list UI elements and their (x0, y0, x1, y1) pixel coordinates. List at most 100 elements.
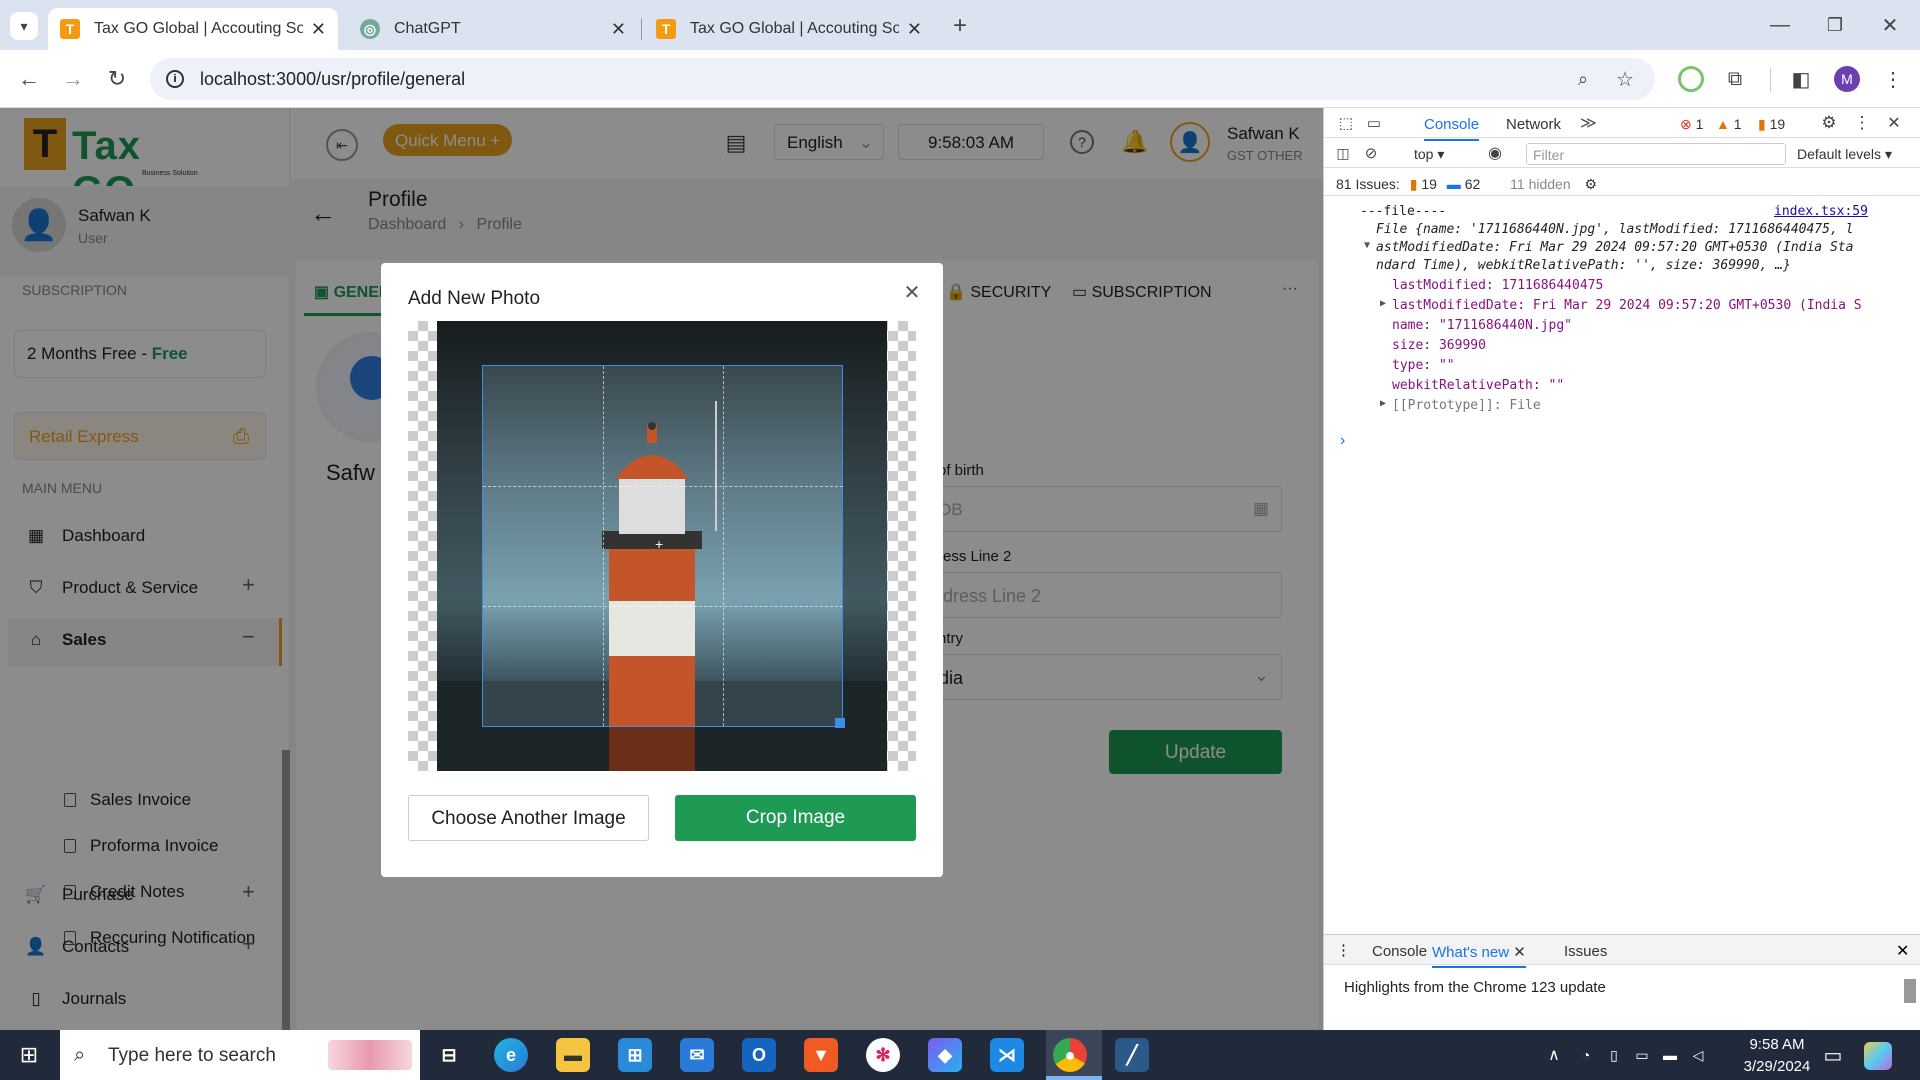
restore-window-icon[interactable]: ❐ (1815, 10, 1855, 40)
tray-display-icon[interactable]: ▭ (1632, 1044, 1652, 1066)
tray-network-icon[interactable]: ◔ (1576, 1044, 1596, 1066)
tray-volume-icon[interactable]: ◁ (1688, 1044, 1708, 1066)
crop-image-button[interactable]: Crop Image (675, 795, 916, 841)
crop-area[interactable]: + (408, 321, 916, 771)
drawer-menu-icon[interactable]: ⋮ (1336, 941, 1351, 959)
search-highlight-art-icon (328, 1040, 412, 1070)
drawer-scrollbar[interactable] (1904, 979, 1916, 1003)
microsoft-store-icon[interactable]: ⊞ (618, 1038, 652, 1072)
profile-avatar[interactable]: M (1834, 66, 1860, 92)
tray-battery-icon[interactable]: ▬ (1660, 1044, 1680, 1066)
issues-settings-icon[interactable]: ⚙ (1585, 176, 1598, 192)
forward-icon[interactable]: → (58, 64, 88, 94)
close-tab-icon[interactable]: ✕ (1513, 944, 1526, 961)
close-tab-icon[interactable]: ✕ (311, 19, 326, 40)
bookmark-star-icon[interactable]: ☆ (1612, 66, 1638, 92)
terminal-app-icon[interactable]: ╱ (1115, 1038, 1149, 1072)
minimize-window-icon[interactable]: — (1760, 10, 1800, 40)
sidebar-toggle-icon[interactable]: ◫ (1334, 144, 1352, 162)
tray-chevron-icon[interactable]: ∧ (1544, 1044, 1564, 1066)
issue-info-icon: ▬ (1446, 176, 1461, 192)
source-link[interactable]: index.tsx:59 (1774, 204, 1868, 219)
log-line[interactable]: File {name: '1711686440N.jpg', lastModif… (1376, 222, 1853, 237)
reload-icon[interactable]: ↻ (102, 64, 132, 94)
expand-triangle-icon[interactable]: ▶ (1380, 398, 1386, 409)
expand-triangle-icon[interactable]: ▶ (1380, 298, 1386, 309)
site-info-icon[interactable]: i (166, 70, 184, 88)
log-line[interactable]: lastModifiedDate: Fri Mar 29 2024 09:57:… (1392, 298, 1862, 313)
zoom-icon[interactable]: ⌕ (1570, 66, 1596, 92)
drawer-tab-issues[interactable]: Issues (1564, 943, 1607, 960)
grid-line-h1 (483, 486, 843, 487)
side-panel-icon[interactable]: ◧ (1788, 66, 1814, 92)
windows-start-icon[interactable]: ⊞ (16, 1042, 42, 1068)
crop-handle-se[interactable] (835, 718, 845, 728)
file-explorer-icon[interactable]: ▬ (556, 1038, 590, 1072)
issues-bar[interactable]: 81 Issues: ▮ 19 ▬ 62 11 hidden ⚙ (1324, 168, 1920, 196)
browser-tab-chatgpt[interactable]: ◎ ChatGPT ✕ (348, 8, 638, 50)
copilot-tray-icon[interactable] (1864, 1042, 1892, 1070)
error-count[interactable]: ⊗ 1 (1680, 116, 1703, 133)
devtools-tab-network[interactable]: Network (1506, 116, 1561, 133)
inspect-element-icon[interactable]: ⬚ (1336, 113, 1356, 133)
message-count[interactable]: ▮ 19 (1758, 116, 1785, 133)
copilot-icon[interactable]: ◆ (928, 1038, 962, 1072)
more-tabs-icon[interactable]: ≫ (1580, 113, 1597, 133)
task-view-icon[interactable]: ⊟ (432, 1038, 466, 1072)
mail-icon[interactable]: ✉ (680, 1038, 714, 1072)
filter-placeholder: Filter (1533, 147, 1565, 163)
edge-browser-icon[interactable]: e (494, 1038, 528, 1072)
taskbar-clock-time[interactable]: 9:58 AM (1734, 1036, 1820, 1053)
log-levels-select[interactable]: Default levels ▾ (1797, 146, 1892, 163)
devtools-drawer: ⋮ Console What's new ✕ Issues ✕ Highligh… (1324, 934, 1920, 1030)
drawer-close-icon[interactable]: ✕ (1896, 941, 1909, 961)
warning-icon: ▲ (1716, 116, 1730, 132)
browser-menu-icon[interactable]: ⋮ (1880, 66, 1906, 92)
devtools-menu-icon[interactable]: ⋮ (1852, 112, 1872, 134)
extensions-puzzle-icon[interactable]: ⧉ (1722, 66, 1748, 92)
console-output: index.tsx:59 ---file---- File {name: '17… (1324, 200, 1920, 550)
close-tab-icon[interactable]: ✕ (611, 19, 626, 40)
tab-search-chevron-icon[interactable]: ▾ (10, 12, 38, 40)
console-prompt-icon[interactable]: › (1340, 432, 1345, 450)
new-tab-icon[interactable]: + (945, 12, 975, 40)
crop-selection-box[interactable]: + (482, 365, 845, 728)
taskbar-search-box[interactable]: ⌕ Type here to search (60, 1030, 420, 1080)
outlook-icon[interactable]: O (742, 1038, 776, 1072)
device-toggle-icon[interactable]: ▭ (1364, 113, 1384, 133)
extension-green-icon[interactable] (1678, 66, 1704, 92)
notification-center-icon[interactable]: ▭ (1820, 1042, 1846, 1068)
log-line: ---file---- (1360, 204, 1447, 219)
devtools-close-icon[interactable]: ✕ (1884, 112, 1904, 134)
expand-triangle-icon[interactable]: ▼ (1364, 240, 1370, 251)
live-expression-eye-icon[interactable]: ◉ (1484, 144, 1506, 162)
log-line[interactable]: [[Prototype]]: File (1392, 398, 1541, 413)
tab-title: ChatGPT (394, 20, 461, 37)
browser-tab-active[interactable]: T Tax GO Global | Accouting Softw ✕ (48, 8, 338, 50)
choose-another-image-button[interactable]: Choose Another Image (408, 795, 649, 841)
warning-count[interactable]: ▲ 1 (1716, 116, 1742, 132)
drawer-tab-label: What's new (1432, 944, 1510, 961)
browser-tab-strip: ▾ T Tax GO Global | Accouting Softw ✕ ◎ … (0, 0, 1920, 50)
vscode-icon[interactable]: ⋊ (990, 1038, 1024, 1072)
close-tab-icon[interactable]: ✕ (907, 19, 922, 40)
browser-toolbar: ← → ↻ i localhost:3000/usr/profile/gener… (0, 50, 1920, 108)
close-window-icon[interactable]: ✕ (1870, 10, 1910, 40)
drawer-tab-whats-new[interactable]: What's new ✕ (1432, 943, 1526, 968)
chrome-icon[interactable]: ● (1053, 1038, 1087, 1072)
tray-device-icon[interactable]: ▯ (1604, 1044, 1624, 1066)
clear-console-icon[interactable]: ⊘ (1362, 144, 1380, 162)
address-bar[interactable]: i localhost:3000/usr/profile/general ⌕ ☆ (150, 58, 1655, 100)
modal-close-icon[interactable]: ✕ (899, 279, 925, 305)
brave-browser-icon[interactable]: ▼ (804, 1038, 838, 1072)
drawer-tab-console[interactable]: Console (1372, 943, 1427, 960)
devtools-settings-icon[interactable]: ⚙ (1818, 112, 1840, 134)
context-select[interactable]: top ▾ (1414, 146, 1444, 163)
slack-icon[interactable]: ✻ (866, 1038, 900, 1072)
console-filter-input[interactable]: Filter (1526, 143, 1786, 165)
taskbar-clock-date[interactable]: 3/29/2024 (1734, 1058, 1820, 1075)
back-icon[interactable]: ← (14, 64, 44, 94)
browser-tab-taxgo-2[interactable]: T Tax GO Global | Accouting Softw ✕ (644, 8, 934, 50)
issue-warn-icon: ▮ (1409, 176, 1418, 192)
error-icon: ⊗ (1680, 116, 1692, 132)
